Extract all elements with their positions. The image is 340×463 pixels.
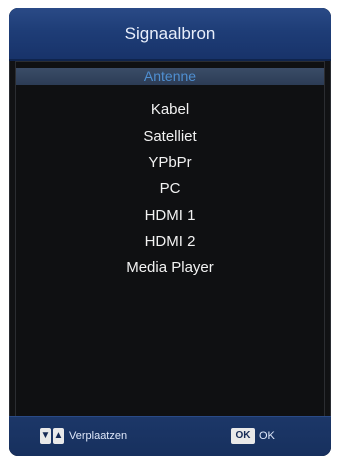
source-item-ypbpr[interactable]: YPbPr: [16, 150, 324, 176]
source-item-media-player[interactable]: Media Player: [16, 255, 324, 281]
source-item-hdmi-1[interactable]: HDMI 1: [16, 203, 324, 229]
up-key-icon: ▲: [53, 428, 64, 444]
ok-key-icon: OK: [231, 428, 255, 444]
signal-source-menu: Signaalbron Antenne Kabel Satelliet YPbP…: [9, 8, 331, 456]
source-list: Antenne Kabel Satelliet YPbPr PC HDMI 1 …: [15, 61, 325, 417]
menu-footer: ▼ ▲ Verplaatzen OK OK: [9, 416, 331, 456]
menu-title: Signaalbron: [124, 24, 216, 43]
ok-hint-label: OK: [259, 430, 275, 442]
source-item-pc[interactable]: PC: [16, 176, 324, 202]
menu-header: Signaalbron: [9, 8, 331, 61]
source-item-hdmi-2[interactable]: HDMI 2: [16, 229, 324, 255]
source-item-antenne[interactable]: Antenne: [16, 68, 324, 85]
source-item-satelliet[interactable]: Satelliet: [16, 124, 324, 150]
move-hint-label: Verplaatzen: [69, 430, 128, 442]
down-key-icon: ▼: [40, 428, 51, 444]
source-item-kabel[interactable]: Kabel: [16, 97, 324, 123]
